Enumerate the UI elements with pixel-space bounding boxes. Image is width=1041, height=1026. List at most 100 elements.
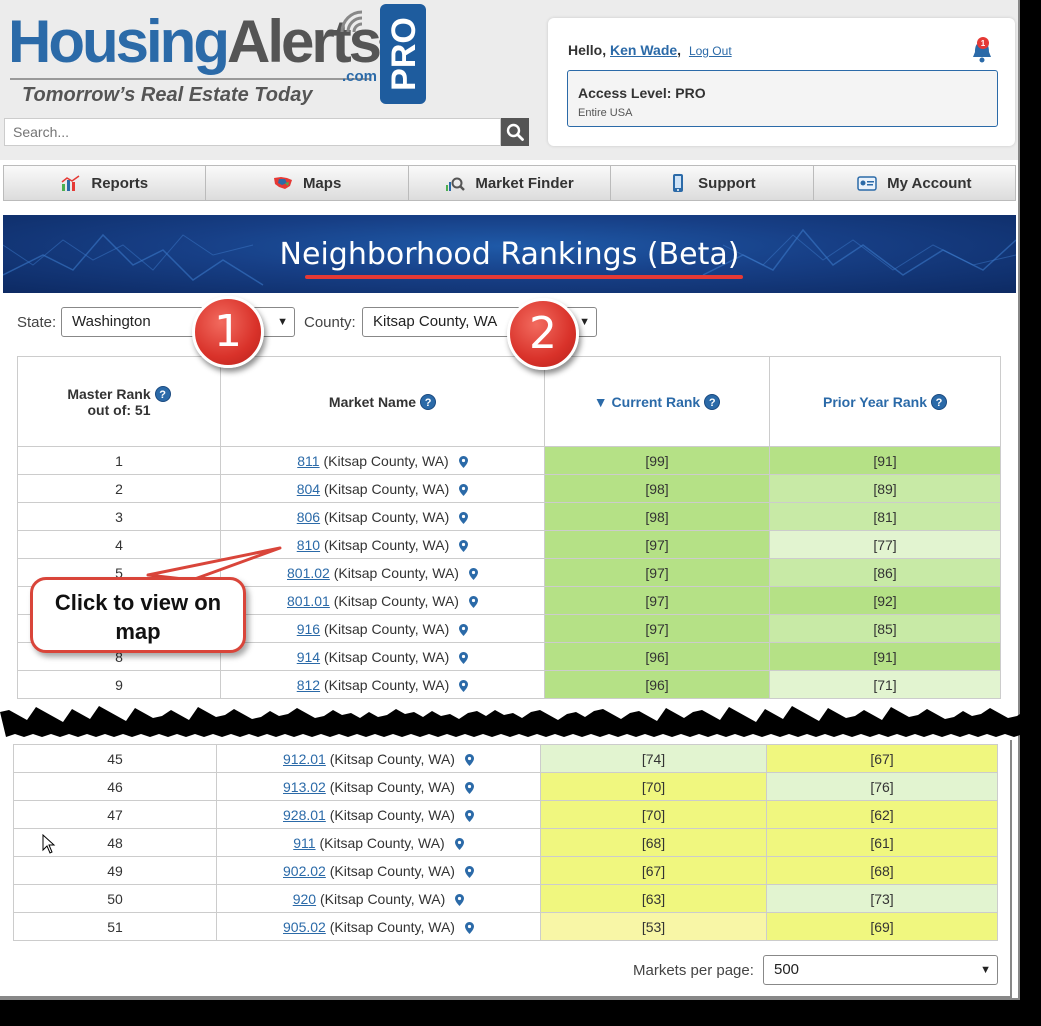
logo-divider [10, 78, 370, 80]
map-pin-icon[interactable] [455, 893, 465, 906]
greeting: Hello, Ken Wade, Log Out [568, 42, 732, 58]
search-input[interactable] [4, 118, 501, 146]
table-row: 9 812 (Kitsap County, WA) [96] [71] [17, 670, 1001, 699]
prior-year-rank-cell: [67] [766, 744, 998, 773]
market-name-cell: 912.01 (Kitsap County, WA) [216, 744, 541, 773]
access-scope: Entire USA [578, 107, 633, 119]
market-link[interactable]: 902.02 [283, 863, 326, 879]
logo[interactable]: HousingAlerts® .com Tomorrow’s Real Esta… [6, 4, 431, 110]
header-current-rank-label: ▼ Current Rank [593, 393, 701, 410]
state-select-value: Washington [72, 313, 151, 330]
map-pin-icon[interactable] [468, 567, 478, 580]
markets-per-page-select[interactable]: 500 ▼ [763, 955, 998, 985]
page-title: Neighborhood Rankings (Beta) [279, 237, 740, 272]
map-pin-icon[interactable] [454, 837, 464, 850]
logout-link[interactable]: Log Out [689, 44, 732, 58]
notifications-button[interactable]: 1 [970, 36, 994, 64]
map-pin-icon[interactable] [464, 921, 474, 934]
rank-cell: 1 [17, 446, 221, 475]
market-link[interactable]: 810 [297, 537, 320, 553]
header-master-rank[interactable]: Master Rank? out of: 51 [17, 356, 221, 447]
market-link[interactable]: 912.01 [283, 751, 326, 767]
map-pin-icon[interactable] [459, 651, 469, 664]
map-pin-icon[interactable] [459, 623, 469, 636]
prior-year-rank-cell: [92] [769, 586, 1001, 615]
market-link[interactable]: 806 [297, 509, 320, 525]
help-icon[interactable]: ? [931, 393, 948, 410]
market-link[interactable]: 801.01 [287, 593, 330, 609]
market-link[interactable]: 911 [293, 835, 315, 851]
prior-year-rank-cell: [62] [766, 800, 998, 829]
prior-year-rank-cell: [86] [769, 558, 1001, 587]
market-county: (Kitsap County, WA) [329, 806, 455, 823]
nav-maps[interactable]: Maps [206, 165, 409, 201]
map-pin-icon[interactable] [459, 511, 469, 524]
header-market-name[interactable]: Market Name? [220, 356, 545, 447]
map-pin-icon[interactable] [459, 679, 469, 692]
title-underline-annotation [305, 275, 743, 279]
rank-cell: 47 [13, 800, 217, 829]
prior-year-rank-cell: [91] [769, 446, 1001, 475]
market-name-cell: 905.02 (Kitsap County, WA) [216, 912, 541, 941]
market-link[interactable]: 928.01 [283, 807, 326, 823]
prior-year-rank-cell: [89] [769, 474, 1001, 503]
prior-year-rank-cell: [68] [766, 856, 998, 885]
table-row: 1 811 (Kitsap County, WA) [99] [91] [17, 446, 1001, 475]
header-prior-year-rank[interactable]: Prior Year Rank? [769, 356, 1001, 447]
map-pin-icon[interactable] [459, 483, 469, 496]
pro-badge: PRO [380, 4, 426, 104]
nav-reports[interactable]: Reports [3, 165, 207, 201]
market-link[interactable]: 920 [293, 891, 316, 907]
search-bar [4, 118, 529, 146]
map-pin-icon[interactable] [464, 865, 474, 878]
bell-icon: 1 [973, 37, 991, 63]
current-rank-cell: [97] [544, 614, 770, 643]
help-icon[interactable]: ? [704, 393, 721, 410]
header-current-rank[interactable]: ▼ Current Rank? [544, 356, 770, 447]
user-panel: Hello, Ken Wade, Log Out 1 Access Level:… [548, 18, 1015, 146]
map-pin-icon[interactable] [464, 781, 474, 794]
map-pin-icon[interactable] [459, 539, 469, 552]
map-pin-icon[interactable] [458, 455, 468, 468]
market-name-cell: 928.01 (Kitsap County, WA) [216, 800, 541, 829]
nav-support[interactable]: Support [611, 165, 814, 201]
current-rank-cell: [96] [544, 670, 770, 699]
market-link[interactable]: 804 [297, 481, 320, 497]
market-link[interactable]: 905.02 [283, 919, 326, 935]
search-button[interactable] [501, 118, 529, 146]
rank-cell: 2 [17, 474, 221, 503]
market-link[interactable]: 914 [297, 649, 320, 665]
rank-cell: 51 [13, 912, 217, 941]
rank-cell: 46 [13, 772, 217, 801]
state-label: State: [17, 314, 57, 331]
header-market-name-label: Market Name [328, 393, 417, 410]
greeting-text: Hello, [568, 42, 607, 58]
user-name-link[interactable]: Ken Wade [610, 42, 677, 58]
map-pin-icon[interactable] [464, 809, 474, 822]
table-row: 46 913.02 (Kitsap County, WA) [70] [76] [13, 772, 998, 801]
help-icon[interactable]: ? [154, 385, 171, 402]
nav-market-finder[interactable]: Market Finder [408, 165, 612, 201]
nav-my-account[interactable]: My Account [813, 165, 1017, 201]
market-link[interactable]: 812 [297, 677, 320, 693]
wifi-signal-icon [340, 10, 363, 33]
market-county: (Kitsap County, WA) [333, 564, 459, 581]
rank-cell: 49 [13, 856, 217, 885]
map-pin-icon[interactable] [468, 595, 478, 608]
market-link[interactable]: 811 [297, 453, 319, 469]
market-link[interactable]: 801.02 [287, 565, 330, 581]
current-rank-cell: [67] [540, 856, 767, 885]
market-link[interactable]: 913.02 [283, 779, 326, 795]
market-county: (Kitsap County, WA) [319, 890, 446, 907]
market-link[interactable]: 916 [297, 621, 320, 637]
map-pin-icon[interactable] [464, 753, 474, 766]
access-level-box: Access Level: PRO Entire USA [567, 70, 998, 127]
current-rank-cell: [63] [540, 884, 767, 913]
current-rank-cell: [68] [540, 828, 767, 857]
market-name-cell: 804 (Kitsap County, WA) [220, 474, 545, 503]
table-row: 50 920 (Kitsap County, WA) [63] [73] [13, 884, 998, 913]
help-icon[interactable]: ? [420, 393, 437, 410]
market-name-cell: 806 (Kitsap County, WA) [220, 502, 545, 531]
logo-dotcom: .com [342, 68, 378, 85]
market-name-cell: 811 (Kitsap County, WA) [220, 446, 545, 475]
